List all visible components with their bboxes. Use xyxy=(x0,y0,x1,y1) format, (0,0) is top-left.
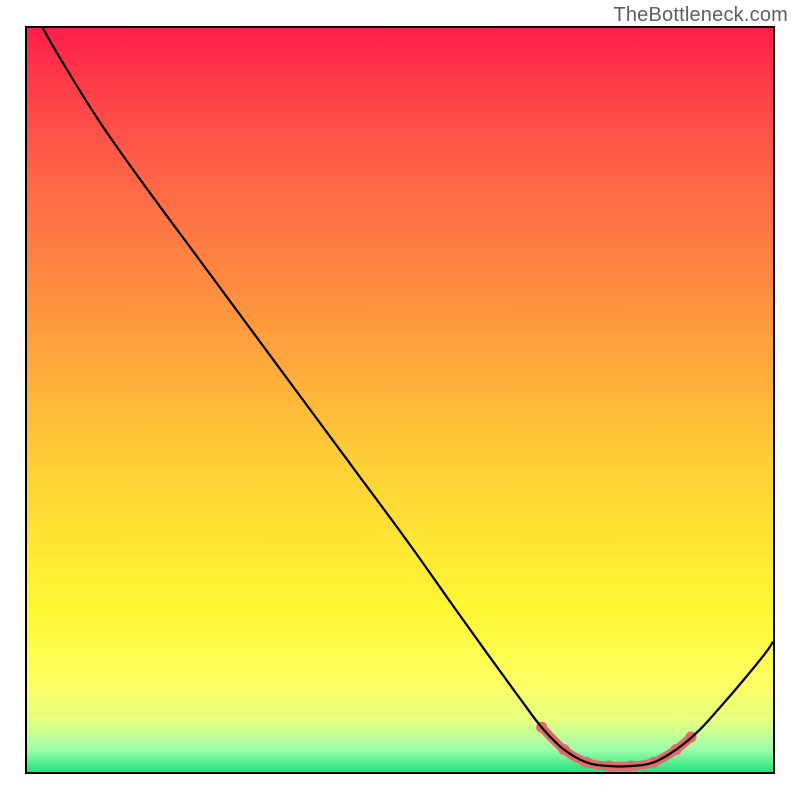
plot-area xyxy=(25,26,775,774)
curve-svg xyxy=(27,28,773,772)
chart-frame: TheBottleneck.com xyxy=(0,0,800,800)
bottleneck-curve xyxy=(43,28,773,767)
watermark-text: TheBottleneck.com xyxy=(613,4,788,27)
